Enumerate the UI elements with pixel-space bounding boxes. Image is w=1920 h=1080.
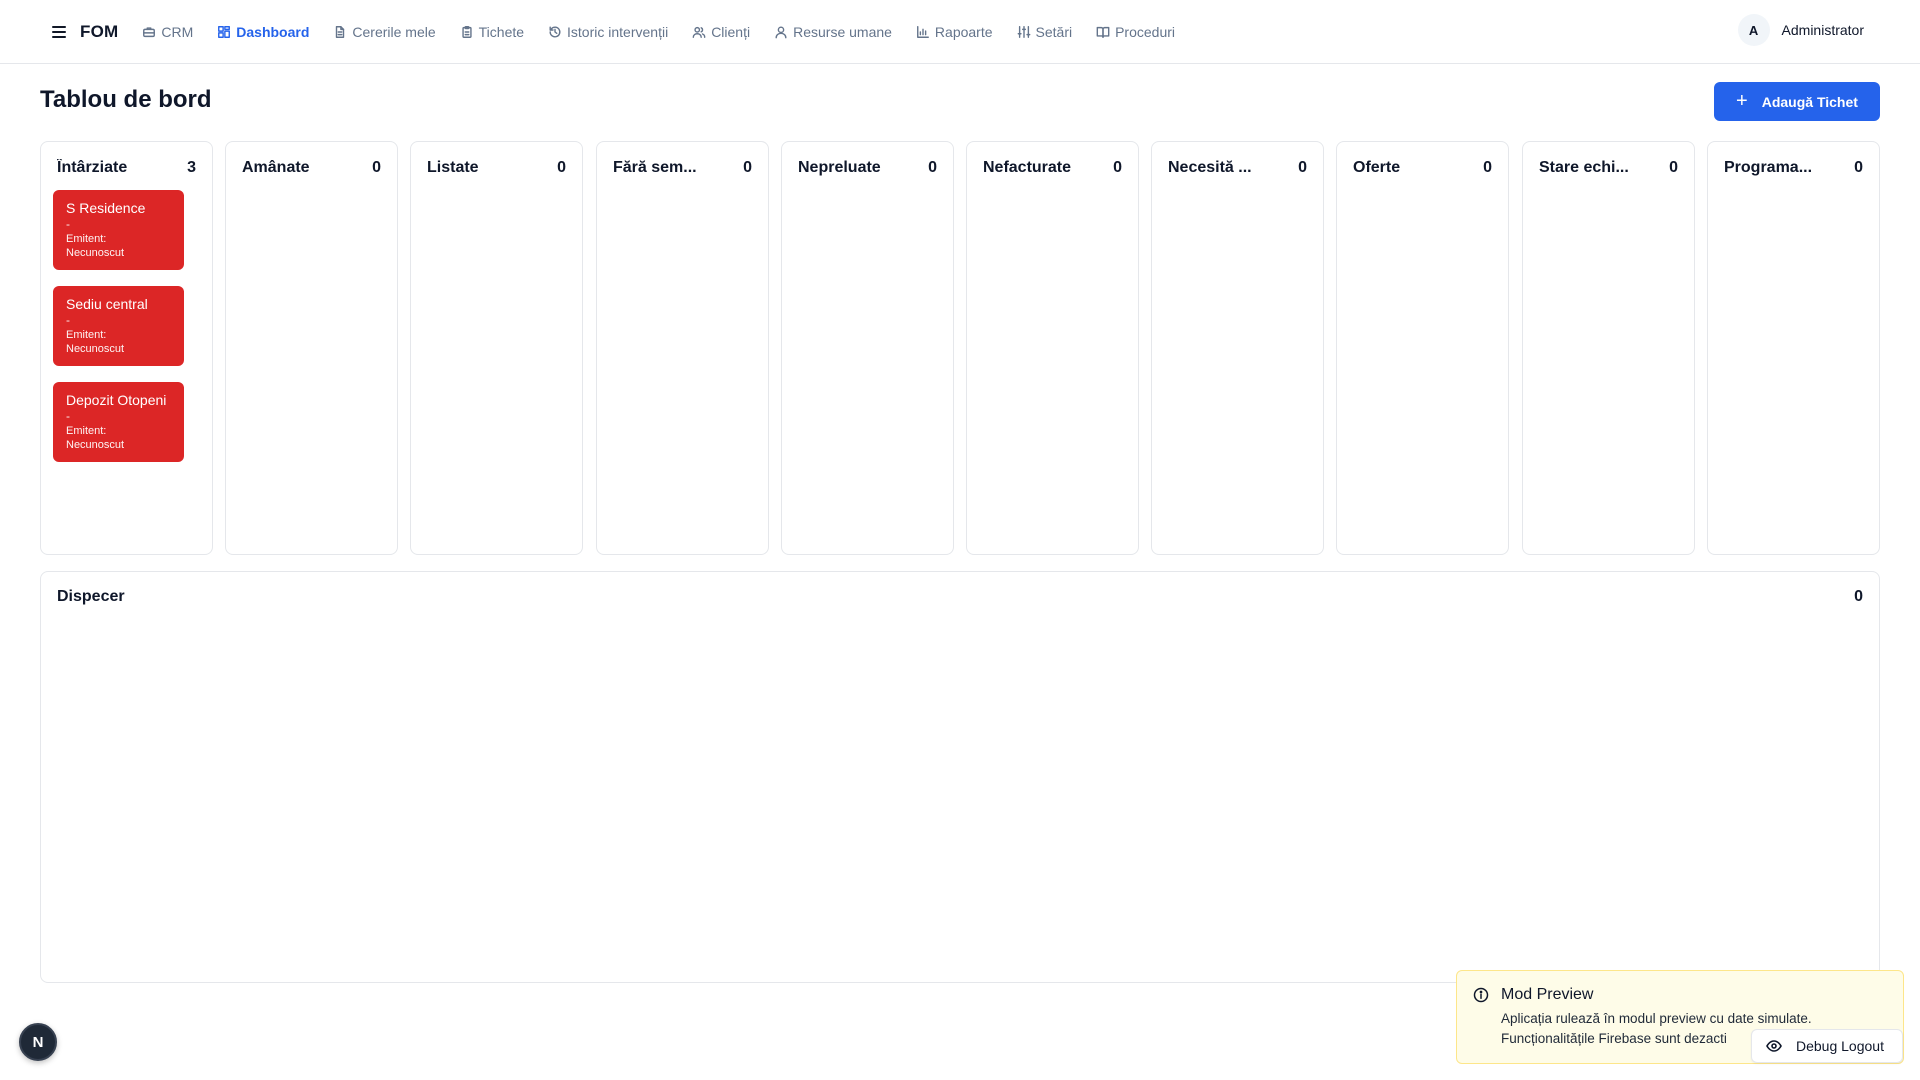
column-oferte: Oferte 0 bbox=[1336, 141, 1509, 555]
ticket-emitent: Necunoscut bbox=[66, 439, 125, 451]
user-menu[interactable]: A Administrator bbox=[1737, 14, 1864, 46]
debug-logout-button[interactable]: Debug Logout bbox=[1751, 1029, 1903, 1063]
users-icon bbox=[692, 26, 706, 38]
column-title: Listate bbox=[427, 158, 479, 176]
history-icon bbox=[549, 25, 561, 37]
sliders-icon bbox=[1017, 25, 1030, 38]
ticket-emitent: Necunoscut bbox=[66, 343, 125, 355]
nav-item-label: Cererile mele bbox=[352, 23, 436, 40]
ticket-location: Depozit Otopeni bbox=[66, 392, 167, 408]
brand-logo[interactable]: FOM bbox=[80, 22, 118, 42]
ticket-card[interactable]: Depozit Otopeni - Emitent: Necunoscut bbox=[53, 382, 184, 462]
column-title: Nefacturate bbox=[983, 158, 1072, 176]
column-amanate: Amânate 0 bbox=[225, 141, 398, 555]
nav-item-label: Resurse umane bbox=[793, 23, 892, 40]
column-programate: Programa... 0 bbox=[1707, 141, 1880, 555]
nav-item-label: Setări bbox=[1035, 23, 1073, 40]
layout-grid-icon bbox=[218, 25, 231, 38]
dispatcher-panel: Dispecer 0 bbox=[40, 571, 1880, 983]
dev-tools-badge[interactable]: N bbox=[19, 1023, 57, 1061]
file-text-icon bbox=[336, 25, 345, 38]
column-necesita: Necesită ... 0 bbox=[1151, 141, 1324, 555]
ticket-card[interactable]: S Residence - Emitent: Necunoscut bbox=[53, 190, 184, 270]
column-count: 0 bbox=[928, 158, 937, 176]
nav-item-crm[interactable]: CRM bbox=[142, 24, 193, 40]
nav-item-istoric-interventii[interactable]: Istoric intervenții bbox=[548, 24, 668, 40]
column-title: Amânate bbox=[242, 158, 310, 176]
column-nefacturate: Nefacturate 0 bbox=[966, 141, 1139, 555]
toast-title: Mod Preview bbox=[1501, 986, 1594, 1003]
main-nav: CRM Dashboard Cererile mele Tichete Isto… bbox=[142, 24, 1175, 40]
dispatcher-count: 0 bbox=[1854, 588, 1863, 605]
nav-item-dashboard[interactable]: Dashboard bbox=[217, 24, 309, 40]
nav-item-label: Istoric intervenții bbox=[567, 23, 669, 40]
clipboard-icon bbox=[462, 25, 472, 38]
ticket-card[interactable]: Sediu central - Emitent: Necunoscut bbox=[53, 286, 184, 366]
user-icon bbox=[775, 25, 787, 38]
column-count: 0 bbox=[1298, 158, 1307, 176]
dispatcher-title: Dispecer bbox=[57, 588, 125, 605]
column-count: 0 bbox=[1483, 158, 1492, 176]
ticket-emitent-label: Emitent: bbox=[66, 329, 107, 341]
avatar: A bbox=[1737, 14, 1770, 46]
ticket-separator: - bbox=[66, 217, 70, 231]
ticket-emitent-label: Emitent: bbox=[66, 233, 107, 245]
ticket-emitent: Necunoscut bbox=[66, 247, 125, 259]
column-title: Întârziate bbox=[57, 158, 128, 176]
info-icon bbox=[1473, 987, 1489, 1003]
add-ticket-button[interactable]: + Adaugă Tichet bbox=[1714, 82, 1880, 121]
user-name: Administrator bbox=[1781, 22, 1864, 38]
nav-item-label: CRM bbox=[161, 23, 194, 40]
column-count: 3 bbox=[187, 158, 196, 176]
nav-item-tichete[interactable]: Tichete bbox=[460, 24, 524, 40]
column-title: Fără sem... bbox=[613, 158, 697, 176]
column-count: 0 bbox=[743, 158, 752, 176]
nav-item-label: Rapoarte bbox=[934, 23, 993, 40]
column-nepreluate: Nepreluate 0 bbox=[781, 141, 954, 555]
column-count: 0 bbox=[1854, 158, 1863, 176]
column-count: 0 bbox=[372, 158, 381, 176]
nav-item-label: Clienți bbox=[711, 23, 751, 40]
nav-item-cererile-mele[interactable]: Cererile mele bbox=[333, 23, 436, 40]
nav-item-rapoarte[interactable]: Rapoarte bbox=[916, 24, 993, 40]
briefcase-icon bbox=[143, 26, 156, 37]
column-fara-semnatura: Fără sem... 0 bbox=[596, 141, 769, 555]
column-title: Oferte bbox=[1353, 158, 1401, 176]
nav-item-clienti[interactable]: Clienți bbox=[692, 24, 750, 40]
debug-logout-label: Debug Logout bbox=[1796, 1038, 1884, 1054]
plus-icon: + bbox=[1736, 89, 1748, 112]
ticket-separator: - bbox=[66, 313, 70, 327]
toast-message-line: Aplicația rulează în modul preview cu da… bbox=[1501, 1011, 1812, 1026]
nav-item-proceduri[interactable]: Proceduri bbox=[1096, 24, 1175, 40]
nav-item-resurse-umane[interactable]: Resurse umane bbox=[774, 24, 892, 40]
nav-item-setari[interactable]: Setări bbox=[1017, 23, 1073, 40]
nav-item-label: Proceduri bbox=[1115, 23, 1176, 40]
top-navigation-bar: FOM CRM Dashboard Cererile mele Tichete … bbox=[0, 0, 1920, 64]
column-intarziate: Întârziate 3 S Residence - Emitent: Necun… bbox=[40, 141, 213, 555]
ticket-location: S Residence bbox=[66, 200, 146, 216]
column-title: Stare echi... bbox=[1539, 158, 1629, 176]
ticket-separator: - bbox=[66, 409, 70, 423]
ticket-location: Sediu central bbox=[66, 296, 148, 312]
column-count: 0 bbox=[1113, 158, 1122, 176]
column-title: Necesită ... bbox=[1168, 158, 1252, 176]
nav-item-label: Tichete bbox=[478, 23, 525, 40]
eye-icon bbox=[1766, 1040, 1782, 1052]
column-count: 0 bbox=[1669, 158, 1678, 176]
column-count: 0 bbox=[557, 158, 566, 176]
add-ticket-label: Adaugă Tichet bbox=[1761, 93, 1858, 110]
ticket-emitent-label: Emitent: bbox=[66, 425, 107, 437]
column-title: Programa... bbox=[1724, 158, 1813, 176]
column-stare-echipamente: Stare echi... 0 bbox=[1522, 141, 1695, 555]
column-listate: Listate 0 bbox=[410, 141, 583, 555]
kanban-board: Întârziate 3 S Residence - Emitent: Necun… bbox=[40, 141, 1880, 555]
menu-icon[interactable] bbox=[52, 25, 66, 38]
column-title: Nepreluate bbox=[798, 158, 881, 176]
book-open-icon bbox=[1096, 26, 1110, 38]
nav-item-label: Dashboard bbox=[236, 23, 310, 40]
bar-chart-icon bbox=[916, 25, 929, 38]
page-title: Tablou de bord bbox=[40, 86, 212, 113]
